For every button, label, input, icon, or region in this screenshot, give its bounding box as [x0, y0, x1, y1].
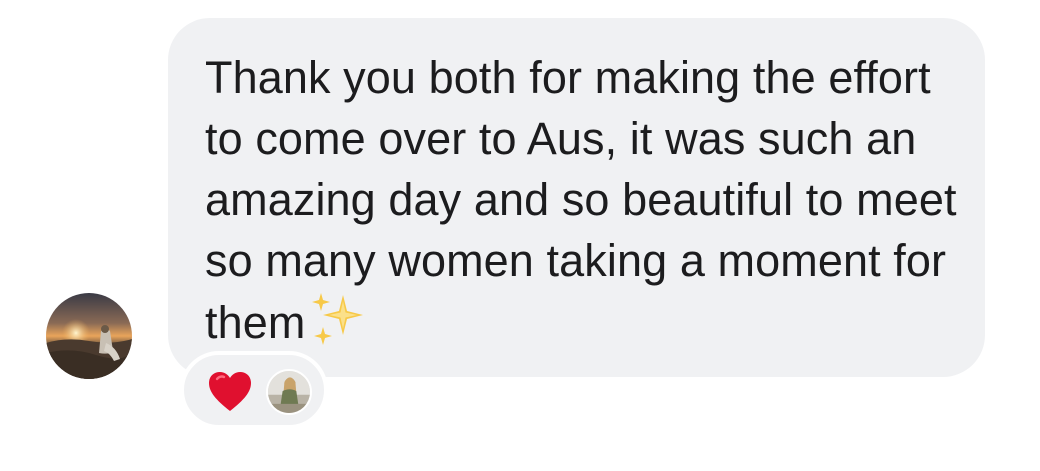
- reactor-avatar[interactable]: [266, 369, 312, 415]
- sunset-photo-avatar-icon: [46, 293, 132, 379]
- sender-avatar[interactable]: [46, 293, 132, 379]
- sparkles-icon: [309, 291, 367, 347]
- red-heart-icon: [208, 371, 252, 413]
- message-thread: Thank you both for making the effort to …: [0, 0, 1040, 471]
- reactions-pill[interactable]: [180, 351, 328, 429]
- message-text: Thank you both for making the effort to …: [205, 47, 975, 353]
- reactor-profile-icon: [268, 371, 310, 413]
